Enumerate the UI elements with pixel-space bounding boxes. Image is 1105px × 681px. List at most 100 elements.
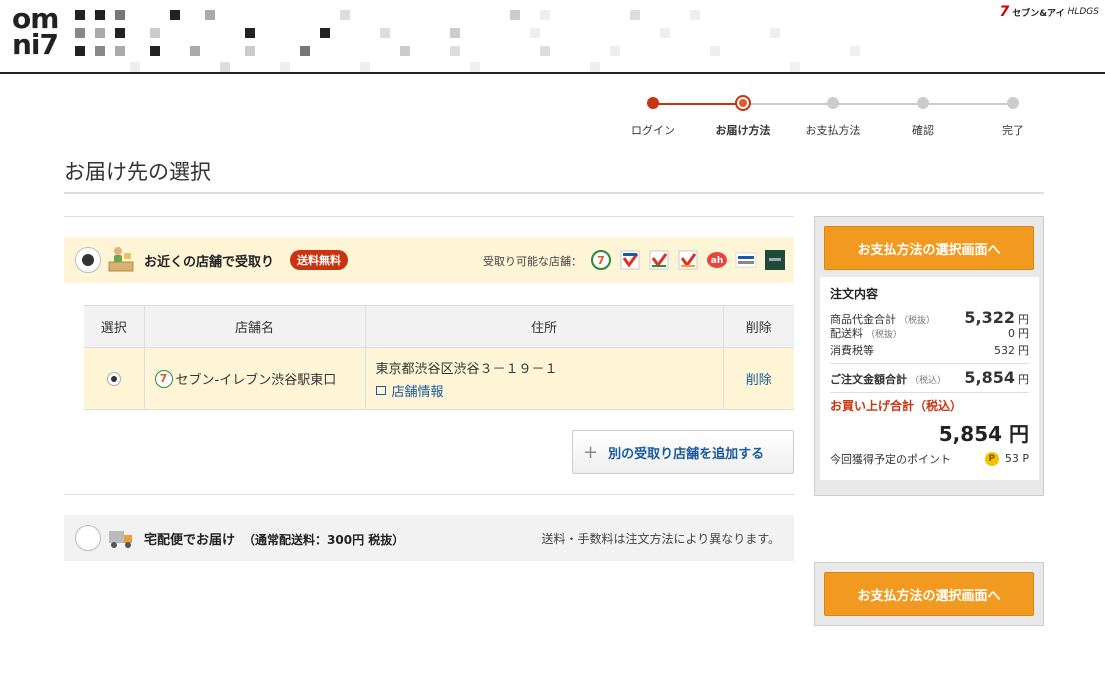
delete-store-link[interactable]: 削除 [746, 373, 772, 388]
available-store-logos: 7 ah [590, 249, 786, 271]
header-dot [130, 62, 140, 72]
step-payment: お支払方法 [788, 92, 878, 138]
home-delivery-radio[interactable] [75, 525, 101, 551]
header-dot [115, 10, 125, 20]
subtotal-row: 商品代金合計 （税抜） 5,322 円 [830, 308, 1029, 327]
pickup-store-table: 選択 店舗名 住所 削除 7 セブン-イレブン渋谷駅東口 東京都渋谷区渋谷３－１… [84, 305, 794, 410]
yen-unit: 円 [1018, 373, 1029, 386]
header-dot [115, 46, 125, 56]
ito-yokado-logo-icon [677, 249, 699, 271]
ito-yokado-logo-icon [619, 249, 641, 271]
tax-row: 消費税等 532 円 [830, 342, 1029, 359]
proceed-to-payment-button-bottom[interactable]: お支払方法の選択画面へ [824, 572, 1034, 616]
header-dot [610, 46, 620, 56]
step-dot [1007, 97, 1019, 109]
points-value: 53 P [1004, 452, 1029, 465]
step-label: お届け方法 [715, 124, 771, 137]
home-delivery-option[interactable]: 宅配便でお届け （通常配送料：300円 税抜） 送料・手数料は注文方法により異なり… [64, 515, 794, 561]
header-dot [75, 46, 85, 56]
order-summary: 注文内容 商品代金合計 （税抜） 5,322 円 配送料 （税抜） 0円 消費税等 5… [820, 277, 1039, 480]
header-dot [205, 10, 215, 20]
header-dot [850, 46, 860, 56]
points-label: 今回獲得予定のポイント [830, 453, 951, 466]
decorative-dots [70, 0, 1030, 72]
header-dot [95, 46, 105, 56]
header-dot [450, 46, 460, 56]
select-cell [84, 347, 144, 410]
header-dot [95, 28, 105, 38]
header-dot [690, 10, 700, 20]
order-summary-panel: お支払方法の選択画面へ 注文内容 商品代金合計 （税抜） 5,322 円 配送料 （税… [814, 216, 1044, 496]
checkout-progress: ログイン お届け方法 お支払方法 確認 完了 [620, 92, 1040, 142]
store-name-cell: 7 セブン-イレブン渋谷駅東口 [143, 347, 365, 410]
header-dot [770, 28, 780, 38]
step-label: お支払方法 [805, 124, 861, 137]
store-info-link-text: 店舗情報 [391, 384, 444, 400]
col-address: 住所 [364, 305, 723, 348]
svg-text:ah: ah [711, 256, 723, 266]
header-dot [660, 28, 670, 38]
summary-heading: 注文内容 [830, 287, 879, 301]
header-dot [530, 28, 540, 38]
header-dot [170, 10, 180, 20]
yen-unit: 円 [1018, 327, 1029, 340]
store-info-link[interactable]: 店舗情報 [375, 381, 723, 400]
seven-eleven-icon: 7 [154, 369, 173, 388]
header-dot [75, 10, 85, 20]
store-pickup-option[interactable]: お近くの店舗で受取り 送料無料 受取り可能な店舗： 7 ah [64, 237, 794, 283]
store-address: 東京都渋谷区渋谷３－１９－１ [375, 361, 558, 377]
step-dot-current [735, 95, 751, 111]
header-dot [245, 28, 255, 38]
order-total-tax-note: （税込） [910, 376, 947, 386]
page-title: お届け先の選択 [64, 160, 211, 184]
ito-yokado-logo-icon [648, 249, 670, 271]
available-stores-label: 受取り可能な店舗： [483, 255, 582, 268]
header-dot [300, 46, 310, 56]
step-delivery: お届け方法 [698, 92, 788, 138]
add-pickup-store-label: 別の受取り店舗を追加する [608, 446, 765, 462]
header-dot [220, 62, 230, 72]
loft-logo-icon [764, 249, 786, 271]
svg-text:7: 7 [597, 254, 605, 267]
home-delivery-label: 宅配便でお届け （通常配送料：300円 税抜） [144, 529, 404, 548]
partner-suffix: HLDGS [1067, 7, 1099, 17]
sogo-seibu-logo-icon [735, 249, 757, 271]
delivery-fee-note: （通常配送料：300円 税抜） [243, 533, 405, 547]
bottom-cta-panel: お支払方法の選択画面へ [814, 562, 1044, 626]
points-row: 今回獲得予定のポイント P 53 P [830, 451, 1029, 467]
store-pickup-radio[interactable] [75, 247, 101, 273]
omni7-logo[interactable]: om ni7 [12, 5, 70, 62]
address-cell: 東京都渋谷区渋谷３－１９－１ 店舗情報 [364, 347, 723, 410]
header-dot [710, 46, 720, 56]
header-dot [540, 46, 550, 56]
summary-divider [830, 363, 1029, 364]
store-name: セブン-イレブン渋谷駅東口 [175, 373, 337, 388]
header-dot [280, 62, 290, 72]
step-label: 確認 [912, 124, 934, 137]
step-label: 完了 [1002, 124, 1024, 137]
col-store-name: 店舗名 [143, 305, 365, 348]
partner-name: セブン&アイ [1012, 8, 1065, 19]
order-total-row: ご注文金額合計 （税込） 5,854 円 [830, 368, 1029, 388]
header-dot [245, 46, 255, 56]
add-pickup-store-button[interactable]: + 別の受取り店舗を追加する [572, 430, 794, 474]
tax-label: 消費税等 [830, 344, 874, 357]
title-divider [64, 192, 1044, 194]
shipping-row: 配送料 （税抜） 0円 [830, 325, 1029, 342]
delivery-truck-icon [108, 523, 134, 551]
seven-and-i-holdings-logo: 7 セブン&アイ HLDGS [999, 4, 1099, 20]
header-dot [115, 28, 125, 38]
table-header-row: 選択 店舗名 住所 削除 [84, 305, 794, 348]
purchase-total-label: お買い上げ合計（税込） [830, 399, 963, 413]
header-dot [380, 28, 390, 38]
store-select-radio[interactable] [106, 371, 121, 386]
header-dot [150, 46, 160, 56]
header-dot [540, 10, 550, 20]
delete-cell: 削除 [722, 347, 794, 410]
section-divider [64, 216, 794, 217]
proceed-to-payment-button[interactable]: お支払方法の選択画面へ [824, 226, 1034, 270]
header-dot [320, 28, 330, 38]
seven-eleven-logo-icon: 7 [590, 249, 612, 271]
tax-value: 532 [994, 344, 1015, 357]
step-label: ログイン [631, 124, 675, 137]
